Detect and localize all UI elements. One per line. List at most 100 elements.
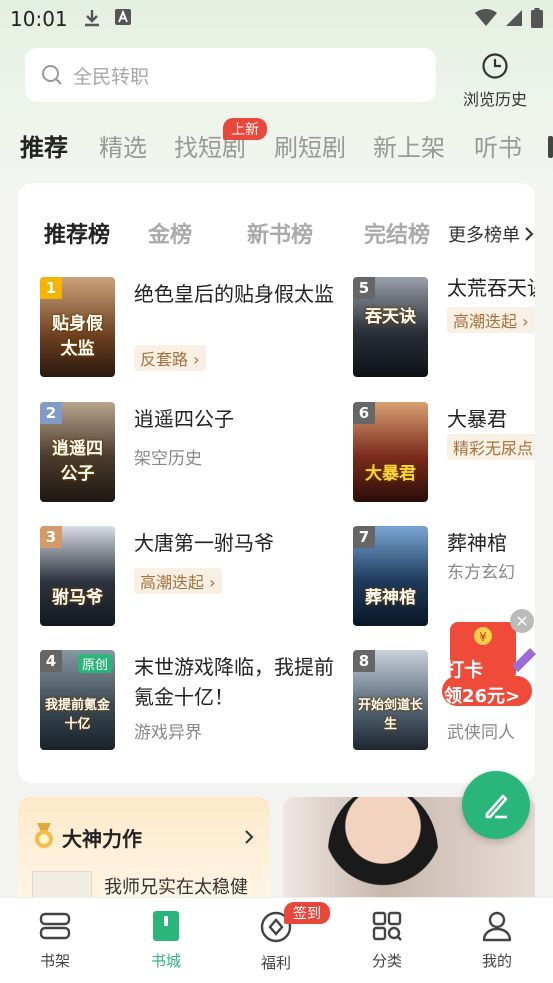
nav-bookstore[interactable]: 书城 bbox=[126, 910, 206, 971]
tabs-edge-indicator bbox=[548, 136, 553, 158]
cover-title: 葬神棺 bbox=[365, 588, 416, 608]
book-chip: 精彩无尿点 › bbox=[447, 434, 535, 460]
book-cover: 6 大暴君 bbox=[353, 402, 428, 502]
book-category: 武侠同人 bbox=[447, 723, 515, 743]
rank-number: 3 bbox=[40, 526, 62, 548]
ranking-tabs: 推荐榜 金榜 新书榜 完结榜 更多榜单 bbox=[44, 217, 534, 251]
nav-label: 福利 bbox=[260, 954, 291, 972]
tab-featured[interactable]: 精选 bbox=[99, 128, 147, 163]
book-chip: 反套路 › bbox=[134, 345, 206, 371]
book-cover: 2 逍遥四公子 bbox=[40, 402, 115, 502]
book-item[interactable]: 3 驸马爷 大唐第一驸马爷 高潮迭起 › bbox=[40, 526, 340, 626]
checkin-badge: 签到 bbox=[284, 902, 330, 924]
bottom-navigation: 书架 书城 福利 分类 我的 bbox=[0, 897, 553, 983]
book-chip: 高潮迭起 › bbox=[134, 568, 222, 594]
search-icon bbox=[42, 65, 62, 85]
checkin-label: 打卡 bbox=[445, 659, 484, 681]
rank-tab-completed[interactable]: 完结榜 bbox=[364, 217, 430, 249]
app-notification-icon bbox=[115, 9, 131, 25]
cover-title: 驸马爷 bbox=[52, 588, 103, 608]
book-chip: 高潮迭起 › bbox=[447, 307, 535, 333]
svg-text:¥: ¥ bbox=[479, 630, 487, 644]
cover-title: 吞天诀 bbox=[365, 307, 416, 327]
book-cover: 3 驸马爷 bbox=[40, 526, 115, 626]
rank-tab-gold[interactable]: 金榜 bbox=[148, 217, 192, 249]
cover-title: 逍遥四公子 bbox=[52, 439, 103, 484]
medal-icon bbox=[35, 823, 53, 848]
book-cover: 7 葬神棺 bbox=[353, 526, 428, 626]
notification-icons bbox=[82, 8, 132, 28]
book-cover: 8 开始剑道长生 bbox=[353, 650, 428, 750]
cover-title: 我提前氪金十亿 bbox=[44, 698, 110, 732]
cover-title: 开始剑道长生 bbox=[357, 698, 423, 732]
nav-label: 我的 bbox=[481, 952, 512, 970]
book-item[interactable]: 5 吞天诀 太荒吞天诀 高潮迭起 › bbox=[353, 276, 535, 377]
book-cover: 1 贴身假太监 bbox=[40, 277, 115, 377]
book-title: 逍遥四公子 bbox=[134, 407, 234, 431]
master-works-title: 大神力作 bbox=[62, 827, 142, 851]
book-title: 绝色皇后的贴身假太监 bbox=[134, 282, 334, 306]
rank-number: 6 bbox=[353, 402, 375, 424]
write-button[interactable] bbox=[462, 771, 530, 839]
rank-number: 4 bbox=[40, 650, 62, 672]
bookstore-icon bbox=[153, 911, 179, 941]
new-badge: 上新 bbox=[223, 118, 267, 140]
tab-recommend[interactable]: 推荐 bbox=[20, 128, 68, 163]
banner-figure bbox=[328, 797, 438, 907]
search-input[interactable]: 全民转职 bbox=[25, 48, 436, 102]
categories-icon bbox=[372, 911, 402, 941]
category-tabs: 推荐 精选 找短剧 刷短剧 新上架 听书 bbox=[20, 128, 553, 168]
nav-label: 书城 bbox=[150, 952, 181, 970]
book-category: 东方玄幻 bbox=[447, 563, 515, 583]
book-item[interactable]: 6 大暴君 大暴君 精彩无尿点 › bbox=[353, 402, 535, 502]
book-title: 大暴君 bbox=[447, 407, 507, 431]
more-lists-button[interactable]: 更多榜单 bbox=[434, 217, 534, 251]
browse-history-button[interactable]: 浏览历史 bbox=[456, 52, 534, 110]
cover-title: 大暴君 bbox=[365, 464, 416, 484]
chevron-right-icon bbox=[245, 830, 254, 844]
book-item[interactable]: 1 贴身假太监 绝色皇后的贴身假太监 反套路 › bbox=[40, 277, 340, 377]
nav-label: 书架 bbox=[39, 952, 70, 970]
book-cover: 4 原创 我提前氪金十亿 bbox=[40, 650, 115, 750]
nav-categories[interactable]: 分类 bbox=[347, 910, 427, 971]
book-title: 大唐第一驸马爷 bbox=[134, 531, 274, 555]
search-placeholder: 全民转职 bbox=[73, 65, 150, 88]
book-title: 末世游戏降临，我提前氪金十亿！ bbox=[134, 655, 334, 709]
wifi-icon bbox=[475, 9, 497, 26]
rank-number: 2 bbox=[40, 402, 62, 424]
browse-history-label: 浏览历史 bbox=[462, 90, 527, 109]
rank-tab-recommend[interactable]: 推荐榜 bbox=[44, 217, 110, 249]
system-icons bbox=[475, 8, 543, 28]
book-title: 太荒吞天诀 bbox=[447, 276, 535, 300]
profile-icon bbox=[482, 911, 512, 942]
close-icon[interactable]: × bbox=[510, 609, 534, 633]
checkin-reward-label: 领26元> bbox=[444, 686, 521, 707]
book-item[interactable]: 4 原创 我提前氪金十亿 末世游戏降临，我提前氪金十亿！ 游戏异界 bbox=[40, 650, 340, 750]
tab-audiobooks[interactable]: 听书 bbox=[474, 128, 522, 163]
book-title: 葬神棺 bbox=[447, 531, 507, 555]
status-bar: 10:01 bbox=[0, 0, 553, 38]
bookshelf-icon bbox=[39, 912, 71, 940]
master-works-card[interactable]: 大神力作 我师兄实在太稳健 bbox=[18, 797, 270, 907]
original-tag: 原创 bbox=[78, 654, 113, 673]
rank-number: 8 bbox=[353, 650, 375, 672]
rank-number: 1 bbox=[40, 277, 62, 299]
signal-icon bbox=[506, 10, 522, 26]
battery-icon bbox=[531, 8, 543, 28]
more-lists-label: 更多榜单 bbox=[448, 225, 520, 246]
book-category: 游戏异界 bbox=[134, 723, 202, 743]
book-item[interactable]: 2 逍遥四公子 逍遥四公子 架空历史 bbox=[40, 402, 340, 502]
rank-tab-new-books[interactable]: 新书榜 bbox=[247, 217, 313, 249]
book-cover: 5 吞天诀 bbox=[353, 277, 428, 377]
cover-title: 贴身假太监 bbox=[52, 314, 103, 359]
tab-watch-short-drama[interactable]: 刷短剧 bbox=[274, 128, 346, 163]
nav-profile[interactable]: 我的 bbox=[457, 910, 537, 971]
nav-bookshelf[interactable]: 书架 bbox=[15, 910, 95, 971]
download-icon bbox=[85, 10, 99, 27]
clock-icon bbox=[482, 53, 508, 79]
rank-number: 5 bbox=[353, 277, 375, 299]
book-category: 架空历史 bbox=[134, 449, 202, 469]
tab-new-arrivals[interactable]: 新上架 bbox=[373, 128, 445, 163]
nav-label: 分类 bbox=[371, 952, 402, 970]
status-time: 10:01 bbox=[10, 7, 68, 31]
